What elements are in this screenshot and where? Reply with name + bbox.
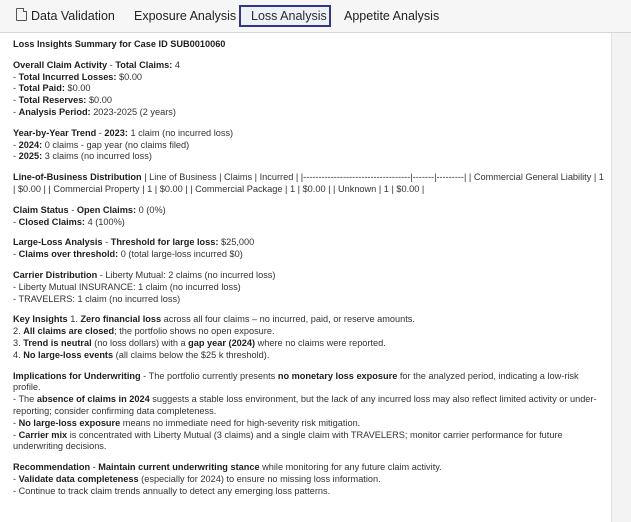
underwriting-implications-section: Implications for Underwriting - The port…: [13, 370, 597, 452]
yoy-trend-section: Year-by-Year Trend - 2023: 1 claim (no i…: [13, 127, 234, 162]
tab-exposure-analysis[interactable]: Exposure Analysis: [130, 5, 240, 27]
document-icon: [16, 8, 27, 21]
recommendation-section: Recommendation - Maintain current underw…: [13, 462, 442, 496]
claim-status-section: Claim Status - Open Claims: 0 (0%) - Clo…: [13, 204, 166, 227]
vertical-scrollbar[interactable]: [611, 33, 631, 522]
large-loss-section: Large-Loss Analysis - Threshold for larg…: [13, 237, 255, 260]
key-insights-section: Key Insights 1. Zero financial loss acro…: [13, 314, 415, 360]
tab-bar: Data Validation Exposure Analysis Loss A…: [0, 0, 631, 33]
tab-label: Loss Analysis: [251, 9, 327, 23]
tab-label: Data Validation: [31, 9, 115, 23]
tab-appetite-analysis[interactable]: Appetite Analysis: [340, 5, 443, 27]
tab-loss-analysis[interactable]: Loss Analysis: [239, 5, 331, 27]
lob-distribution-section: Line-of-Business Distribution | Line of …: [13, 172, 604, 194]
carrier-distribution-section: Carrier Distribution - Liberty Mutual: 2…: [13, 269, 276, 304]
tab-label: Appetite Analysis: [344, 9, 440, 23]
tab-data-validation[interactable]: Data Validation: [12, 5, 119, 27]
loss-insights-report: Loss Insights Summary for Case ID SUB001…: [8, 33, 610, 522]
claim-activity-section: Overall Claim Activity - Total Claims: 4…: [13, 59, 181, 117]
tab-label: Exposure Analysis: [134, 9, 237, 23]
report-title: Loss Insights Summary for Case ID SUB001…: [13, 39, 226, 49]
